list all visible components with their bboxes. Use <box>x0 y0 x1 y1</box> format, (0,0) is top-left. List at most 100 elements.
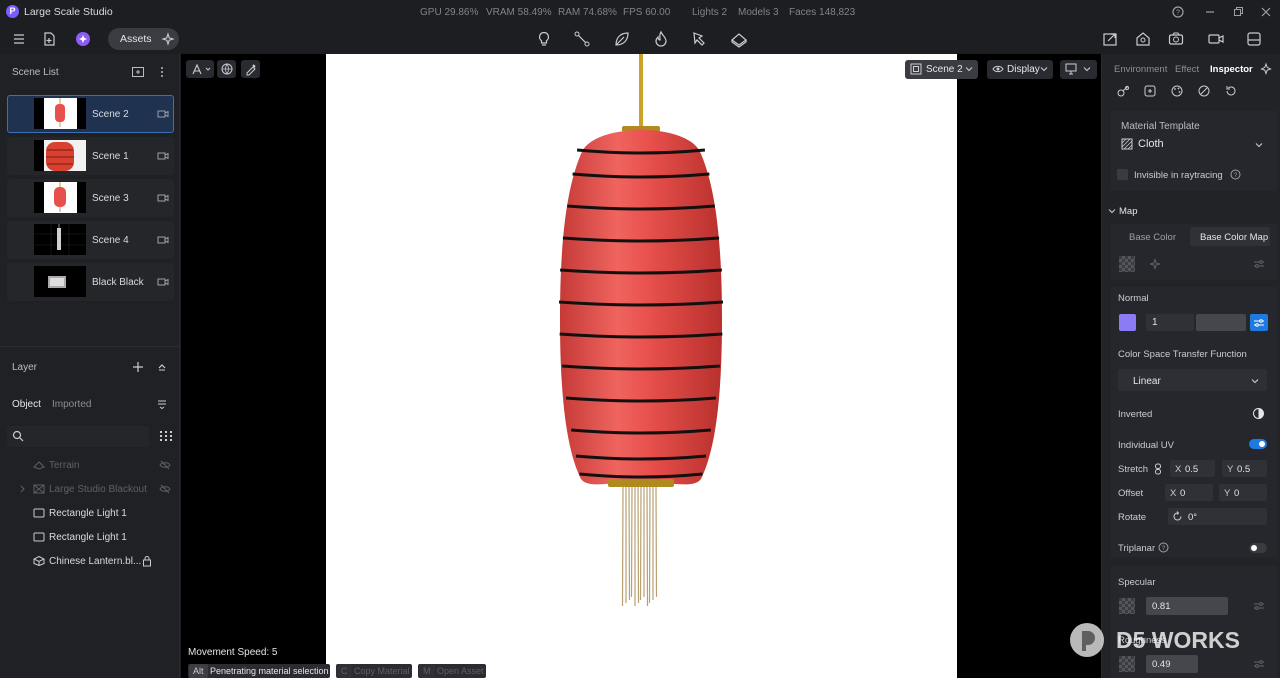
main-toolbar <box>0 24 1280 54</box>
house-render-icon[interactable] <box>1134 30 1152 48</box>
scene-row[interactable] <box>7 221 174 259</box>
layer-item[interactable]: Rectangle Light 1 <box>49 532 127 543</box>
vram-stat: VRAM 58.49% <box>486 7 552 18</box>
collapse-icon[interactable] <box>157 362 167 372</box>
tassel-strand <box>655 486 658 598</box>
lantern-model[interactable] <box>326 54 957 678</box>
specular-settings-icon[interactable] <box>1253 601 1265 611</box>
info-icon[interactable]: ? <box>1230 169 1241 180</box>
invisible-raytracing-checkbox[interactable] <box>1117 169 1128 180</box>
material-template-value: Cloth <box>1138 138 1164 150</box>
assets-magic-icon[interactable] <box>159 30 177 48</box>
movement-speed-text: Movement Speed: 5 <box>188 647 278 658</box>
expand-arrow-icon[interactable] <box>20 485 26 493</box>
layer-item[interactable]: Large Studio Blackout <box>49 484 147 495</box>
scene-camera-icon[interactable] <box>157 151 169 161</box>
scene-camera-icon[interactable] <box>157 235 169 245</box>
triplanar-label: Triplanar <box>1118 543 1156 554</box>
generate-map-icon[interactable] <box>1149 258 1161 270</box>
visibility-off-icon[interactable] <box>159 460 171 470</box>
tab-environment[interactable]: Environment <box>1114 64 1167 75</box>
panorama-icon[interactable] <box>1245 30 1263 48</box>
hint-label: Penetrating material selection <box>210 666 329 676</box>
tab-imported[interactable]: Imported <box>52 399 91 410</box>
add-scene-icon[interactable] <box>131 66 145 78</box>
help-icon[interactable]: ? <box>1171 5 1185 19</box>
scene-row[interactable] <box>7 179 174 217</box>
stretch-y-axis: Y <box>1227 464 1234 475</box>
new-file-icon[interactable] <box>40 30 58 48</box>
scene-thumbnail <box>34 98 86 129</box>
layer-title: Layer <box>12 362 38 373</box>
scene-row[interactable] <box>7 137 174 175</box>
scene-camera-icon[interactable] <box>157 109 169 119</box>
scene-list-title: Scene List <box>12 67 59 78</box>
base-color-map-slot[interactable] <box>1119 256 1135 272</box>
info-icon[interactable]: ? <box>1158 542 1169 553</box>
normal-map-swatch[interactable] <box>1119 314 1136 331</box>
contrast-icon[interactable] <box>1252 407 1265 420</box>
triplanar-toggle[interactable] <box>1249 543 1267 553</box>
material-edit-icon[interactable] <box>1197 84 1211 98</box>
tab-effect[interactable]: Effect <box>1175 64 1199 75</box>
layer-item[interactable]: Terrain <box>49 460 80 471</box>
minimize-icon[interactable] <box>1203 5 1217 19</box>
terrain-icon <box>33 460 45 470</box>
offset-y-value: 0 <box>1234 488 1240 499</box>
leaf-icon[interactable] <box>613 30 631 48</box>
add-layer-icon[interactable] <box>132 361 144 373</box>
path-tool-icon[interactable] <box>573 30 591 48</box>
render-canvas[interactable] <box>326 54 957 678</box>
light-bulb-icon[interactable] <box>535 30 553 48</box>
rect-light-icon <box>33 508 45 518</box>
normal-strength-slider[interactable] <box>1196 314 1246 331</box>
rotate-label: Rotate <box>1118 512 1146 523</box>
camera-icon[interactable] <box>1167 30 1185 48</box>
chevron-down-icon <box>1250 376 1260 386</box>
tab-inspector[interactable]: Inspector <box>1210 64 1253 75</box>
layer-item[interactable]: Rectangle Light 1 <box>49 508 127 519</box>
specular-map-slot[interactable] <box>1119 598 1135 614</box>
viewport[interactable] <box>181 54 1101 678</box>
share-icon[interactable] <box>1101 30 1119 48</box>
rect-light-icon <box>33 532 45 542</box>
more-options-icon[interactable] <box>157 66 167 78</box>
reset-icon[interactable] <box>1224 84 1238 98</box>
brush-icon[interactable] <box>691 30 709 48</box>
scene-thumbnail <box>34 182 86 213</box>
tassel-strand <box>648 486 651 604</box>
fire-icon[interactable] <box>652 30 670 48</box>
scene-camera-icon[interactable] <box>157 193 169 203</box>
tab-object[interactable]: Object <box>12 399 41 410</box>
material-library-icon[interactable] <box>1143 84 1157 98</box>
menu-icon[interactable] <box>10 30 28 48</box>
stretch-x-value: 0.5 <box>1185 464 1199 475</box>
close-icon[interactable] <box>1259 5 1273 19</box>
grid-view-icon[interactable] <box>159 430 173 442</box>
ram-stat: RAM 74.68% <box>558 7 617 18</box>
transform-icon <box>190 62 214 76</box>
lock-icon[interactable] <box>142 555 152 567</box>
link-icon[interactable] <box>1153 463 1163 475</box>
filter-icon[interactable] <box>157 399 167 409</box>
pin-icon[interactable] <box>1259 62 1273 76</box>
visibility-off-icon[interactable] <box>159 484 171 494</box>
collapse-arrow-icon[interactable] <box>1108 207 1116 215</box>
material-picker-icon[interactable] <box>1116 84 1130 98</box>
normal-strength-value: 1 <box>1152 317 1158 328</box>
map-settings-icon[interactable] <box>1253 259 1265 269</box>
individual-uv-toggle[interactable] <box>1249 439 1267 449</box>
scene-name: Scene 2 <box>92 109 129 120</box>
video-icon[interactable] <box>1207 30 1225 48</box>
palette-icon[interactable] <box>1170 84 1184 98</box>
sliders-icon <box>1253 318 1265 328</box>
scene-row[interactable] <box>7 263 174 301</box>
restore-icon[interactable] <box>1231 5 1245 19</box>
layer-item[interactable]: Chinese Lantern.bl... <box>49 556 141 567</box>
ai-plugin-icon[interactable] <box>74 30 92 48</box>
hint-label: Open Asset <box>437 666 484 676</box>
terrain-tool-icon[interactable] <box>730 30 748 48</box>
scene-row[interactable] <box>7 95 174 133</box>
layer-search-input[interactable] <box>7 426 149 447</box>
scene-camera-icon[interactable] <box>157 277 169 287</box>
